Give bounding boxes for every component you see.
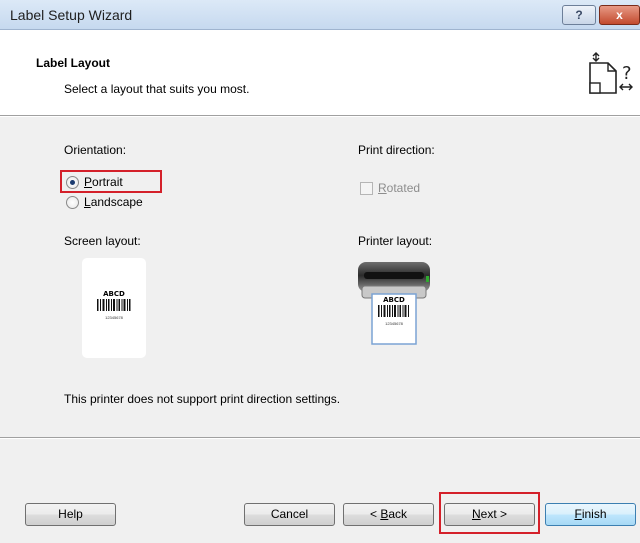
portrait-label: Portrait xyxy=(84,175,123,189)
page-subtitle: Select a layout that suits you most. xyxy=(64,82,250,96)
finish-button[interactable]: Finish xyxy=(545,503,636,526)
printer-sample: ABCD 12345678 xyxy=(372,296,416,326)
print-direction-label: Print direction: xyxy=(358,143,435,157)
cancel-button[interactable]: Cancel xyxy=(244,503,335,526)
back-button[interactable]: < Back xyxy=(343,503,434,526)
separator-highlight xyxy=(0,438,640,439)
radio-icon xyxy=(66,175,79,189)
screen-layout-label: Screen layout: xyxy=(64,234,141,248)
screen-sample-text: ABCD xyxy=(103,290,125,298)
screen-layout-preview: ABCD 12345678 xyxy=(82,258,146,358)
rotated-label: Rotated xyxy=(378,181,421,195)
wizard-header: Label Layout Select a layout that suits … xyxy=(0,31,640,116)
landscape-radio[interactable]: Landscape xyxy=(66,193,143,211)
help-button[interactable]: Help xyxy=(25,503,116,526)
question-icon: ? xyxy=(575,8,583,22)
cancel-button-label: Cancel xyxy=(270,507,309,521)
next-button[interactable]: Next > xyxy=(444,503,535,526)
back-button-label: < Back xyxy=(369,507,408,521)
screen-sample-number: 12345678 xyxy=(105,315,123,320)
close-icon: x xyxy=(616,8,623,22)
printer-sample-number: 12345678 xyxy=(385,321,403,326)
portrait-radio[interactable]: Portrait xyxy=(66,173,123,191)
title-bar: Label Setup Wizard ? x xyxy=(0,0,640,30)
window-title: Label Setup Wizard xyxy=(10,7,133,23)
svg-text:?: ? xyxy=(622,63,632,84)
finish-button-label: Finish xyxy=(574,507,607,521)
orientation-label: Orientation: xyxy=(64,143,127,157)
radio-icon xyxy=(66,195,79,209)
close-button[interactable]: x xyxy=(599,5,640,25)
help-button-label: Help xyxy=(58,507,83,521)
printer-sample-text: ABCD xyxy=(383,296,405,304)
next-button-label: Next > xyxy=(471,507,508,521)
page-layout-icon: ? xyxy=(589,52,633,94)
landscape-label: Landscape xyxy=(84,195,143,209)
rotated-checkbox[interactable]: Rotated xyxy=(360,179,420,197)
barcode-icon xyxy=(97,299,131,311)
checkbox-icon xyxy=(360,181,373,195)
barcode-icon xyxy=(378,305,409,317)
printer-layout-label: Printer layout: xyxy=(358,234,433,248)
page-title: Label Layout xyxy=(36,56,111,70)
help-title-button[interactable]: ? xyxy=(562,5,596,25)
printer-note: This printer does not support print dire… xyxy=(64,392,341,406)
